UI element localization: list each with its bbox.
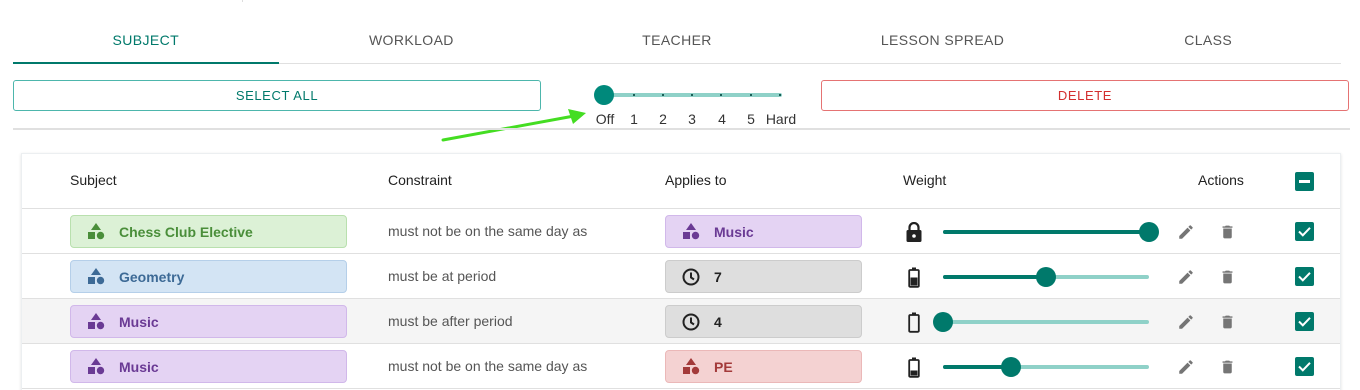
- constraint-text: must be after period: [388, 313, 513, 329]
- tab-class[interactable]: CLASS: [1075, 16, 1341, 63]
- select-all-checkbox[interactable]: [1295, 172, 1314, 191]
- header-subject: Subject: [70, 172, 117, 188]
- table-row: Geometry must be at period 7: [22, 254, 1340, 299]
- level-tick: [633, 94, 635, 96]
- lock-icon: [903, 221, 925, 243]
- applies-to-chip[interactable]: 7: [665, 260, 862, 293]
- indeterminate-icon: [1299, 180, 1310, 183]
- table-row: Chess Club Elective must not be on the s…: [22, 209, 1340, 254]
- subject-name: Chess Club Elective: [119, 223, 253, 240]
- level-slider-thumb[interactable]: [594, 85, 614, 105]
- subject-chip[interactable]: Geometry: [70, 260, 347, 293]
- applies-to-value: Music: [714, 223, 754, 240]
- weight-slider-track: [943, 230, 1149, 234]
- row-checkbox[interactable]: [1295, 267, 1314, 286]
- tab-bar: SUBJECT WORKLOAD TEACHER LESSON SPREAD C…: [13, 16, 1341, 64]
- battery-low-icon: [903, 356, 925, 378]
- row-checkbox[interactable]: [1295, 222, 1314, 241]
- delete-icon[interactable]: [1216, 311, 1238, 333]
- header-actions: Actions: [1198, 172, 1244, 188]
- edit-icon[interactable]: [1175, 356, 1197, 378]
- delete-button[interactable]: DELETE: [821, 80, 1349, 111]
- delete-icon[interactable]: [1216, 221, 1238, 243]
- clock-icon: [680, 267, 702, 287]
- shapes-icon: [85, 357, 107, 377]
- header-weight: Weight: [903, 172, 947, 188]
- weight-slider-track: [943, 275, 1046, 279]
- top-border: [0, 0, 1360, 2]
- subject-chip[interactable]: Music: [70, 350, 347, 383]
- row-checkbox[interactable]: [1295, 312, 1314, 331]
- level-mark-1: 1: [630, 111, 638, 127]
- level-mark-hard: Hard: [765, 111, 797, 127]
- weight-slider-thumb[interactable]: [1036, 267, 1056, 287]
- level-mark-4: 4: [718, 111, 726, 127]
- constraint-text: must be at period: [388, 268, 497, 284]
- weight-slider[interactable]: [943, 221, 1159, 243]
- weight-slider-thumb[interactable]: [1139, 222, 1159, 242]
- constraint-text: must not be on the same day as: [388, 358, 588, 374]
- shapes-icon: [680, 222, 702, 242]
- check-icon: [1298, 272, 1311, 282]
- shapes-icon: [680, 357, 702, 377]
- applies-to-chip[interactable]: PE: [665, 350, 862, 383]
- select-all-button[interactable]: SELECT ALL: [13, 80, 541, 111]
- tab-subject[interactable]: SUBJECT: [13, 16, 279, 64]
- edit-icon[interactable]: [1175, 221, 1197, 243]
- constraint-level-slider[interactable]: Off 1 2 3 4 5 Hard: [592, 80, 802, 130]
- weight-slider[interactable]: [943, 356, 1159, 378]
- battery-half-icon: [903, 266, 925, 288]
- header-constraint: Constraint: [388, 172, 452, 188]
- subject-name: Geometry: [119, 268, 185, 285]
- header-applies-to: Applies to: [665, 172, 727, 188]
- subject-chip[interactable]: Music: [70, 305, 347, 338]
- battery-empty-icon: [903, 311, 925, 333]
- tab-workload[interactable]: WORKLOAD: [279, 16, 545, 63]
- level-tick: [720, 94, 722, 96]
- applies-to-value: 4: [714, 313, 722, 330]
- weight-slider-thumb[interactable]: [1001, 357, 1021, 377]
- level-tick: [750, 94, 752, 96]
- check-icon: [1298, 317, 1311, 327]
- shapes-icon: [85, 222, 107, 242]
- subject-chip[interactable]: Chess Club Elective: [70, 215, 347, 248]
- weight-slider-rail[interactable]: [943, 320, 1149, 324]
- edit-icon[interactable]: [1175, 311, 1197, 333]
- tab-teacher[interactable]: TEACHER: [544, 16, 810, 63]
- applies-to-chip[interactable]: 4: [665, 305, 862, 338]
- applies-to-value: 7: [714, 268, 722, 285]
- level-mark-2: 2: [659, 111, 667, 127]
- table-row: Music must not be on the same day as PE: [22, 344, 1340, 389]
- tab-lesson-spread[interactable]: LESSON SPREAD: [810, 16, 1076, 63]
- subject-name: Music: [119, 358, 159, 375]
- table-header: Subject Constraint Applies to Weight Act…: [22, 154, 1340, 209]
- shapes-icon: [85, 312, 107, 332]
- shapes-icon: [85, 267, 107, 287]
- toolbar-divider: [13, 128, 1350, 130]
- edit-icon[interactable]: [1175, 266, 1197, 288]
- applies-to-value: PE: [714, 358, 733, 375]
- row-checkbox[interactable]: [1295, 357, 1314, 376]
- level-mark-3: 3: [688, 111, 696, 127]
- delete-icon[interactable]: [1216, 266, 1238, 288]
- level-tick: [662, 94, 664, 96]
- level-tick: [691, 94, 693, 96]
- constraint-text: must not be on the same day as: [388, 223, 588, 239]
- applies-to-chip[interactable]: Music: [665, 215, 862, 248]
- level-tick: [779, 94, 781, 96]
- clock-icon: [680, 312, 702, 332]
- subject-name: Music: [119, 313, 159, 330]
- level-mark-off: Off: [595, 111, 615, 127]
- weight-slider-thumb[interactable]: [933, 312, 953, 332]
- check-icon: [1298, 362, 1311, 372]
- constraints-table: Subject Constraint Applies to Weight Act…: [21, 153, 1341, 390]
- level-slider-rail[interactable]: [604, 93, 782, 97]
- table-row: Music must be after period 4: [22, 299, 1340, 344]
- weight-slider[interactable]: [933, 311, 1159, 333]
- weight-slider[interactable]: [943, 266, 1159, 288]
- level-mark-5: 5: [747, 111, 755, 127]
- delete-icon[interactable]: [1216, 356, 1238, 378]
- check-icon: [1298, 227, 1311, 237]
